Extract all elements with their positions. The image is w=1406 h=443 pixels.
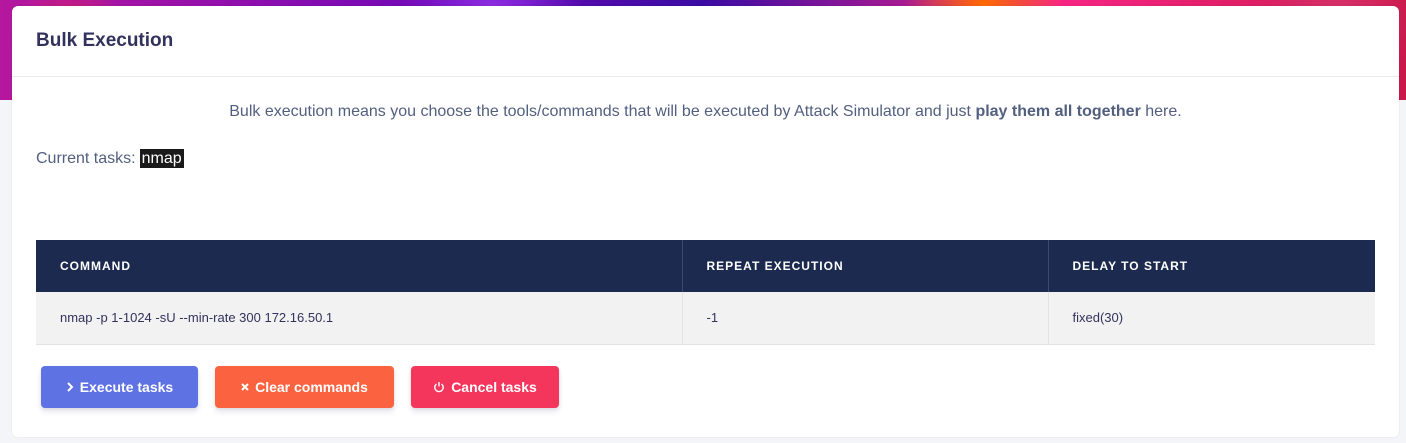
cell-command: nmap -p 1-1024 -sU --min-rate 300 172.16…: [36, 292, 683, 345]
cell-delay: fixed(30): [1048, 292, 1375, 345]
intro-text-bold: play them all together: [975, 103, 1141, 120]
current-tasks: Current tasks: nmap: [12, 149, 1399, 168]
current-tasks-label: Current tasks:: [36, 149, 136, 167]
action-buttons: Execute tasks Clear commands Cancel task…: [41, 366, 559, 408]
card-title: Bulk Execution: [36, 30, 174, 51]
execute-tasks-label: Execute tasks: [79, 379, 174, 395]
table-row: nmap -p 1-1024 -sU --min-rate 300 172.16…: [36, 292, 1375, 345]
intro-text: Bulk execution means you choose the tool…: [12, 103, 1399, 121]
clear-commands-button[interactable]: Clear commands: [215, 366, 394, 408]
intro-text-after: here.: [1140, 103, 1182, 120]
bulk-execution-card: Bulk Execution Bulk execution means you …: [12, 6, 1399, 437]
header-repeat-execution: REPEAT EXECUTION: [682, 240, 1049, 292]
header-delay-to-start: DELAY TO START: [1072, 259, 1189, 273]
execute-tasks-button[interactable]: Execute tasks: [41, 366, 198, 408]
close-icon: [241, 383, 249, 391]
cell-repeat: -1: [682, 292, 1049, 345]
clear-commands-label: Clear commands: [255, 379, 368, 395]
cancel-tasks-button[interactable]: Cancel tasks: [411, 366, 559, 408]
table-header-row: COMMAND REPEAT EXECUTION DELAY TO START: [36, 240, 1375, 292]
header-command: COMMAND: [36, 240, 683, 292]
card-header: Bulk Execution: [12, 6, 1399, 77]
tasks-table: COMMAND REPEAT EXECUTION DELAY TO START …: [36, 240, 1375, 345]
cancel-tasks-label: Cancel tasks: [451, 379, 537, 395]
task-chip: nmap: [139, 149, 184, 168]
intro-text-before: Bulk execution means you choose the tool…: [229, 103, 976, 120]
chevron-right-icon: [66, 382, 74, 392]
power-icon: [433, 381, 445, 393]
